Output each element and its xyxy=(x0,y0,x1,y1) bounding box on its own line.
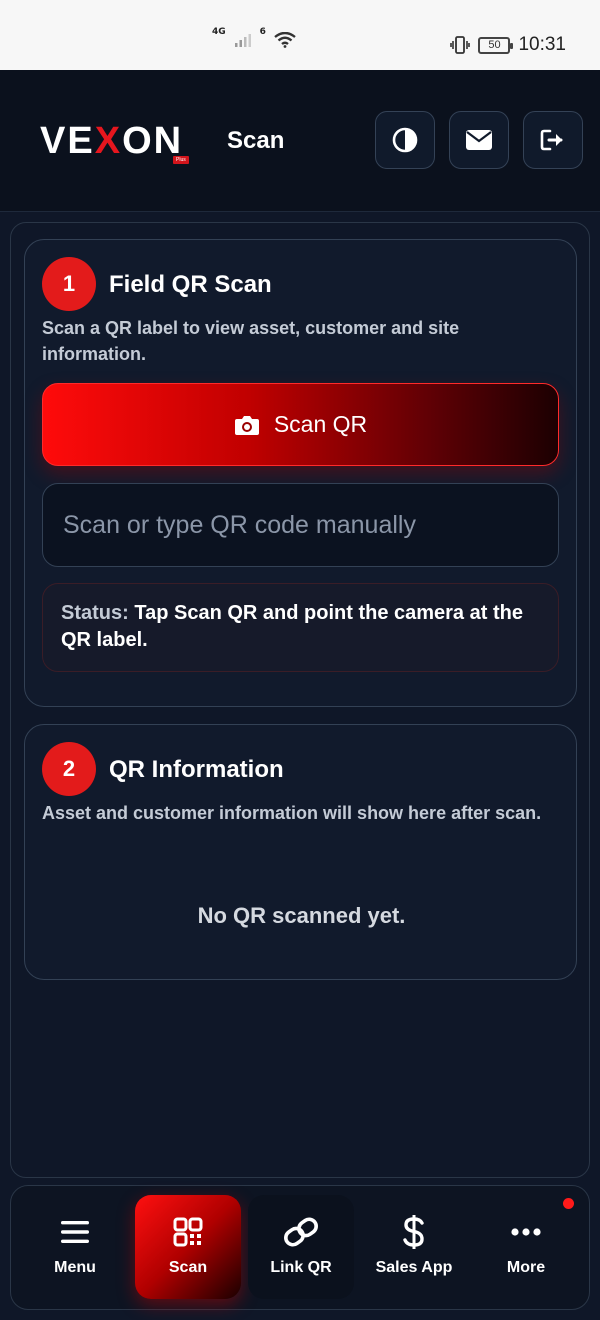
more-dots-icon xyxy=(511,1228,541,1236)
scan-qr-button[interactable]: Scan QR xyxy=(42,383,559,466)
dollar-icon xyxy=(403,1215,424,1249)
nav-item-link-qr[interactable]: Link QR xyxy=(248,1195,354,1299)
vibrate-icon xyxy=(450,36,471,54)
card-title-qr-information: QR Information xyxy=(109,756,284,783)
field-qr-scan-card: 1 Field QR Scan Scan a QR label to view … xyxy=(24,239,577,707)
vexon-logo[interactable]: VEXON xyxy=(40,120,183,163)
camera-icon xyxy=(234,415,259,435)
clock: 10:31 xyxy=(518,34,566,55)
nav-item-scan[interactable]: Scan xyxy=(135,1195,241,1299)
nav-item-sales-app[interactable]: Sales App xyxy=(361,1195,467,1299)
qr-information-card: 2 QR Information Asset and customer info… xyxy=(24,724,577,980)
wifi-sub-label: 6 xyxy=(259,27,266,37)
scan-status-box: Status: Tap Scan QR and point the camera… xyxy=(42,583,559,672)
status-message: Tap Scan QR and point the camera at the … xyxy=(61,602,523,651)
signal-icon xyxy=(234,34,251,47)
network-type: 4G xyxy=(212,27,226,37)
logout-button[interactable] xyxy=(523,111,583,169)
messages-button[interactable] xyxy=(449,111,509,169)
link-icon xyxy=(284,1217,318,1247)
card-description: Scan a QR label to view asset, customer … xyxy=(42,318,460,364)
nav-label: Link QR xyxy=(270,1259,332,1276)
empty-state-message: No QR scanned yet. xyxy=(197,903,406,928)
nav-item-menu[interactable]: Menu xyxy=(22,1195,128,1299)
card-description: Asset and customer information will show… xyxy=(42,803,542,823)
nav-label: Menu xyxy=(54,1259,96,1276)
logo-plus-badge: Plus xyxy=(173,156,189,164)
device-status: 50 10:31 xyxy=(450,34,566,56)
card-title-field-qr-scan: Field QR Scan xyxy=(109,271,272,298)
qr-code-icon xyxy=(173,1217,203,1247)
battery-indicator: 50 xyxy=(478,36,514,54)
nav-item-more[interactable]: More xyxy=(473,1195,579,1299)
menu-icon xyxy=(61,1221,89,1243)
status-label: Status: xyxy=(61,602,129,624)
wifi-icon xyxy=(274,32,296,48)
nav-label: More xyxy=(506,1259,546,1276)
bottom-navigation: Menu Scan Link QR Sales App More xyxy=(10,1185,590,1310)
more-notification-dot xyxy=(563,1198,574,1209)
nav-label: Sales App xyxy=(375,1259,453,1276)
app-header: VEXON Plus Scan xyxy=(0,70,600,212)
step-number-1: 1 xyxy=(42,257,96,311)
scan-page-content: 1 Field QR Scan Scan a QR label to view … xyxy=(10,222,590,1178)
manual-qr-input[interactable] xyxy=(42,483,559,567)
step-number-2: 2 xyxy=(42,742,96,796)
system-status-bar: 4G 6 50 10:31 xyxy=(0,0,600,70)
envelope-icon xyxy=(466,130,492,150)
contrast-icon xyxy=(392,127,418,153)
page-title: Scan xyxy=(227,127,285,154)
nav-label: Scan xyxy=(168,1259,208,1276)
logout-icon xyxy=(540,129,563,151)
theme-toggle-button[interactable] xyxy=(375,111,435,169)
network-status: 4G 6 xyxy=(212,27,296,48)
scan-qr-button-label: Scan QR xyxy=(273,411,368,437)
